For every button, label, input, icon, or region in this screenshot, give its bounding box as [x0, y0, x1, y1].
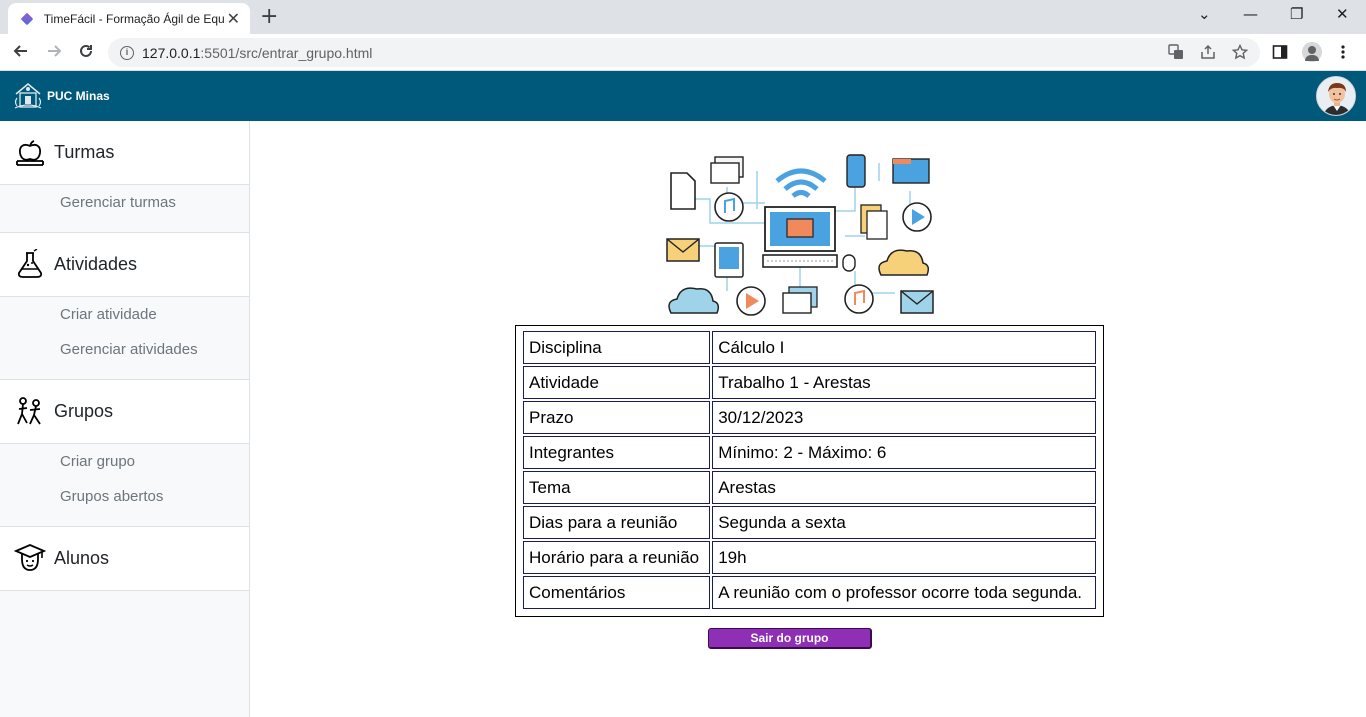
forward-arrow-icon[interactable] [45, 42, 63, 65]
main-content: Disciplina Cálculo I Atividade Trabalho 1 … [250, 121, 1366, 717]
side-panel-icon[interactable] [1272, 44, 1288, 64]
leave-group-button[interactable]: Sair do grupo [708, 628, 872, 649]
minimize-button[interactable]: — [1243, 4, 1258, 24]
table-row: Disciplina Cálculo I [523, 331, 1096, 364]
row-value: Segunda a sexta [712, 506, 1096, 539]
row-value: Cálculo I [712, 331, 1096, 364]
brand-name: PUC Minas [47, 89, 110, 103]
sidebar-item-label: Turmas [54, 142, 115, 162]
share-icon[interactable] [1200, 44, 1216, 64]
table-row: Prazo 30/12/2023 [523, 401, 1096, 434]
tab-close-icon[interactable]: ✕ [227, 10, 240, 27]
sidebar-submenu-grupos: Criar grupo Grupos abertos [0, 444, 249, 527]
app-header: PUC Minas [0, 71, 1366, 121]
restore-button[interactable]: ❐ [1290, 4, 1303, 24]
row-value: 30/12/2023 [712, 401, 1096, 434]
bookmark-star-icon[interactable] [1231, 43, 1249, 64]
apple-book-icon [16, 139, 44, 166]
row-value: A reunião com o professor ocorre toda se… [712, 576, 1096, 609]
row-key: Tema [523, 471, 711, 504]
reload-icon[interactable] [77, 42, 95, 65]
row-value: Mínimo: 2 - Máximo: 6 [712, 436, 1096, 469]
sidebar-submenu-turmas: Gerenciar turmas [0, 185, 249, 233]
new-tab-button[interactable]: + [260, 5, 278, 29]
sidebar-item-grupos[interactable]: Grupos [0, 380, 249, 444]
row-value: 19h [712, 541, 1096, 574]
browser-toolbar: i 127.0.0.1:5501/src/entrar_grupo.html [0, 34, 1366, 71]
table-row: Integrantes Mínimo: 2 - Máximo: 6 [523, 436, 1096, 469]
row-key: Comentários [523, 576, 711, 609]
sidebar-link-criar-grupo[interactable]: Criar grupo [0, 450, 249, 485]
user-avatar[interactable] [1316, 76, 1356, 116]
browser-tab[interactable]: TimeFácil - Formação Ágil de Equ ✕ [8, 3, 250, 34]
row-key: Prazo [523, 401, 711, 434]
table-row: Dias para a reunião Segunda a sexta [523, 506, 1096, 539]
brand-logo[interactable]: PUC Minas [12, 80, 110, 112]
translate-icon[interactable] [1168, 44, 1184, 64]
sidebar-item-label: Alunos [54, 548, 110, 568]
browser-menu-icon[interactable] [1340, 44, 1346, 64]
row-value: Arestas [712, 471, 1096, 504]
url-path: :5501/src/entrar_grupo.html [200, 44, 373, 61]
flask-icon [17, 248, 43, 278]
window-close-button[interactable]: ✕ [1336, 4, 1349, 24]
sidebar-item-label: Grupos [54, 401, 114, 421]
group-walking-icon [17, 396, 41, 424]
graduate-icon [14, 543, 46, 571]
sidebar-link-criar-atividade[interactable]: Criar atividade [0, 303, 249, 338]
row-key: Horário para a reunião [523, 541, 711, 574]
sidebar-link-grupos-abertos[interactable]: Grupos abertos [0, 485, 249, 520]
sidebar-item-turmas[interactable]: Turmas [0, 121, 249, 185]
sidebar-link-gerenciar-atividades[interactable]: Gerenciar atividades [0, 338, 249, 373]
sidebar: Turmas Gerenciar turmas Atividades Criar… [0, 121, 250, 717]
row-key: Dias para a reunião [523, 506, 711, 539]
tab-search-icon[interactable]: ⌄ [1198, 4, 1211, 24]
table-row: Horário para a reunião 19h [523, 541, 1096, 574]
table-row: Atividade Trabalho 1 - Arestas [523, 366, 1096, 399]
back-arrow-icon[interactable] [12, 42, 30, 65]
table-row: Comentários A reunião com o professor oco… [523, 576, 1096, 609]
browser-profile-icon[interactable] [1302, 42, 1322, 62]
site-favicon-icon [20, 12, 34, 26]
row-key: Atividade [523, 366, 711, 399]
sidebar-submenu-atividades: Criar atividade Gerenciar atividades [0, 297, 249, 380]
table-row: Tema Arestas [523, 471, 1096, 504]
browser-tab-bar: TimeFácil - Formação Ágil de Equ ✕ + ⌄ —… [0, 0, 1366, 34]
sidebar-item-atividades[interactable]: Atividades [0, 233, 249, 297]
sidebar-link-gerenciar-turmas[interactable]: Gerenciar turmas [0, 191, 249, 226]
sidebar-item-alunos[interactable]: Alunos [0, 527, 249, 591]
site-info-icon[interactable]: i [120, 45, 134, 60]
url-host: 127.0.0.1 [142, 44, 201, 61]
network-illustration [666, 154, 934, 316]
row-key: Disciplina [523, 331, 711, 364]
address-bar[interactable]: i 127.0.0.1:5501/src/entrar_grupo.html [108, 38, 1260, 67]
row-key: Integrantes [523, 436, 711, 469]
puc-crest-icon [14, 83, 42, 109]
group-details-table: Disciplina Cálculo I Atividade Trabalho 1 … [515, 325, 1104, 617]
row-value: Trabalho 1 - Arestas [712, 366, 1096, 399]
sidebar-item-label: Atividades [54, 254, 138, 274]
tab-title: TimeFácil - Formação Ágil de Equ [43, 11, 225, 26]
